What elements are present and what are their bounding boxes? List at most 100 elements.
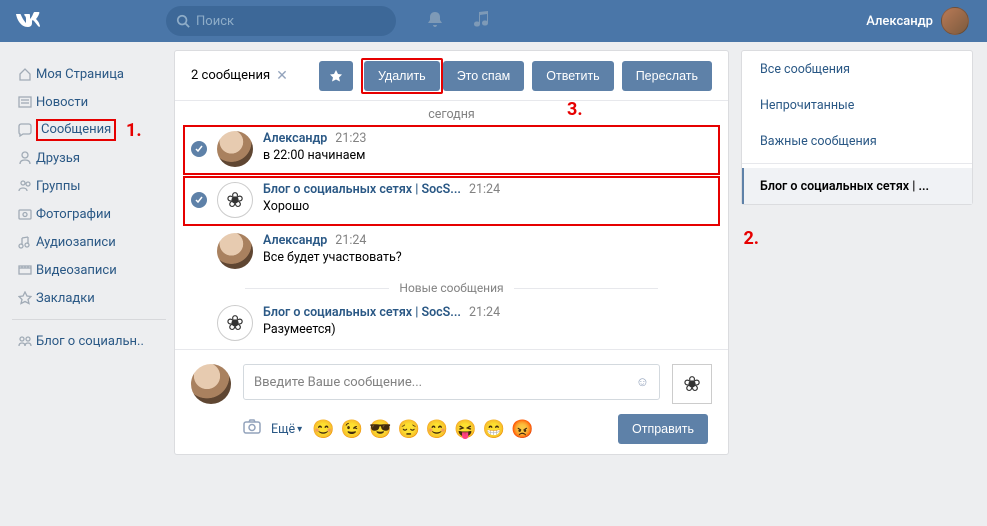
- search-placeholder: Поиск: [196, 14, 234, 29]
- nav-label: Блог о социальн..: [36, 334, 144, 349]
- nav-label: Друзья: [36, 151, 80, 166]
- spam-button[interactable]: Это спам: [443, 61, 525, 91]
- nav-label: Группы: [36, 179, 80, 194]
- message-time: 21:24: [335, 233, 366, 248]
- nav-label: Аудиозаписи: [36, 235, 116, 250]
- message-row[interactable]: Александр 21:23 в 22:00 начинаем: [191, 131, 712, 167]
- search-input[interactable]: Поиск: [166, 6, 396, 36]
- composer-avatar: [191, 364, 231, 404]
- nav-mypage[interactable]: Моя Страница: [8, 60, 170, 88]
- nav-community[interactable]: Блог о социальн..: [8, 327, 170, 355]
- avatar[interactable]: ❀: [217, 305, 253, 341]
- groups-icon: [14, 179, 36, 193]
- delete-button[interactable]: Удалить: [364, 61, 440, 91]
- message-author[interactable]: Блог о социальных сетях | SocS...: [263, 182, 461, 197]
- avatar[interactable]: [217, 233, 253, 269]
- messages-icon: [14, 123, 36, 137]
- nav-photos[interactable]: Фотографии: [8, 200, 170, 228]
- nav-video[interactable]: Видеозаписи: [8, 256, 170, 284]
- input-placeholder: Введите Ваше сообщение...: [254, 375, 422, 390]
- side-nav: Моя Страница Новости Сообщения 1. Друзья…: [0, 50, 170, 455]
- message-author[interactable]: Александр: [263, 131, 327, 146]
- nav-groups[interactable]: Группы: [8, 172, 170, 200]
- message-text: Разумеется): [263, 322, 712, 337]
- nav-label: Фотографии: [36, 207, 111, 222]
- filter-all[interactable]: Все сообщения: [742, 51, 972, 87]
- more-attachments[interactable]: Ещё▾: [271, 422, 302, 437]
- separator: [742, 163, 972, 164]
- new-messages-divider: Новые сообщения: [245, 277, 658, 299]
- avatar[interactable]: [217, 131, 253, 167]
- conversation-panel: 2 сообщения ✕ Удалить Это спам Ответить …: [174, 50, 729, 455]
- message-text: Хорошо: [263, 199, 712, 214]
- message-input[interactable]: Введите Ваше сообщение... ☺: [243, 364, 660, 400]
- music-icon[interactable]: [474, 10, 490, 32]
- notifications-icon[interactable]: [426, 10, 444, 32]
- chevron-down-icon: ▾: [297, 424, 302, 435]
- selection-toolbar: 2 сообщения ✕ Удалить Это спам Ответить …: [175, 51, 728, 101]
- star-icon: [329, 69, 343, 83]
- annotation-2: 2.: [743, 228, 759, 249]
- nav-label: Видеозаписи: [36, 263, 117, 278]
- nav-messages[interactable]: Сообщения 1.: [8, 116, 170, 144]
- emoji-icon[interactable]: ☺: [636, 374, 649, 390]
- nav-label: Моя Страница: [36, 67, 124, 82]
- emoji-strip[interactable]: 😊😉😎😔😊😝😁😡: [312, 419, 533, 440]
- nav-news[interactable]: Новости: [8, 88, 170, 116]
- message-row[interactable]: ❀ Блог о социальных сетях | SocS... 21:24…: [191, 182, 712, 218]
- send-button[interactable]: Отправить: [618, 414, 708, 444]
- message-row[interactable]: Александр 21:24 Все будет участвовать?: [175, 227, 728, 277]
- nav-label: Новости: [36, 95, 88, 110]
- message-checkbox[interactable]: [191, 131, 207, 157]
- check-icon: [191, 141, 207, 157]
- annotation-1: 1.: [126, 120, 142, 141]
- message-text: Все будет участвовать?: [263, 250, 712, 265]
- nav-audio[interactable]: Аудиозаписи: [8, 228, 170, 256]
- filter-selected-chat[interactable]: Блог о социальных сетях | ...: [742, 168, 972, 204]
- home-icon: [14, 67, 36, 81]
- filter-important[interactable]: Важные сообщения: [742, 123, 972, 159]
- clear-selection-icon[interactable]: ✕: [276, 68, 288, 84]
- message-time: 21:24: [469, 182, 500, 197]
- header-user[interactable]: Александр: [866, 7, 979, 35]
- message-checkbox[interactable]: [191, 182, 207, 208]
- forward-button[interactable]: Переслать: [622, 61, 712, 91]
- friends-icon: [14, 151, 36, 165]
- search-icon: [176, 14, 190, 28]
- annotation-highlight: Удалить: [361, 58, 443, 94]
- message-row[interactable]: ❀ Блог о социальных сетях | SocS... 21:24…: [175, 299, 728, 349]
- nav-friends[interactable]: Друзья: [8, 144, 170, 172]
- header-avatar: [941, 7, 969, 35]
- avatar[interactable]: ❀: [217, 182, 253, 218]
- camera-icon[interactable]: [243, 419, 261, 439]
- reply-button[interactable]: Ответить: [532, 61, 613, 91]
- annotation-highlight: Александр 21:23 в 22:00 начинаем: [183, 125, 720, 175]
- news-icon: [14, 95, 36, 109]
- nav-bookmarks[interactable]: Закладки: [8, 284, 170, 312]
- annotation-highlight: ❀ Блог о социальных сетях | SocS... 21:24…: [183, 176, 720, 226]
- message-author[interactable]: Александр: [263, 233, 327, 248]
- nav-separator: [12, 319, 166, 320]
- filters-panel: Все сообщения Непрочитанные Важные сообщ…: [741, 50, 973, 205]
- video-icon: [14, 263, 36, 277]
- nav-label: Сообщения: [41, 122, 111, 137]
- audio-icon: [14, 235, 36, 249]
- filter-unread[interactable]: Непрочитанные: [742, 87, 972, 123]
- vk-logo[interactable]: [8, 12, 56, 30]
- message-text: в 22:00 начинаем: [263, 148, 712, 163]
- message-time: 21:24: [469, 305, 500, 320]
- nav-label: Закладки: [36, 291, 95, 306]
- app-header: Поиск Александр: [0, 0, 987, 42]
- date-label: сегодня: [175, 101, 728, 124]
- annotation-3: 3.: [567, 99, 583, 120]
- check-icon: [191, 192, 207, 208]
- recipient-avatar[interactable]: ❀: [672, 364, 712, 404]
- message-time: 21:23: [335, 131, 366, 146]
- bookmarks-icon: [14, 291, 36, 305]
- community-icon: [14, 334, 36, 348]
- photos-icon: [14, 207, 36, 221]
- star-button[interactable]: [319, 61, 353, 91]
- header-username: Александр: [866, 14, 933, 29]
- message-author[interactable]: Блог о социальных сетях | SocS...: [263, 305, 461, 320]
- selection-count: 2 сообщения ✕: [191, 68, 288, 84]
